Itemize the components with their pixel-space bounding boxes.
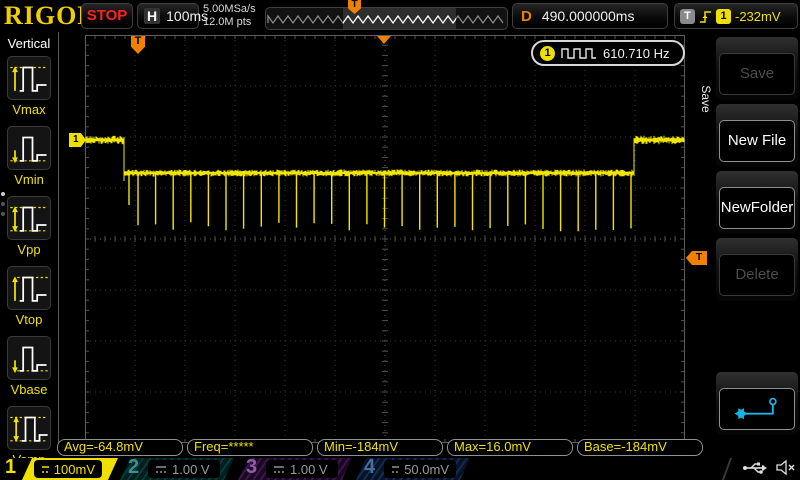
channel1-status[interactable]: 100mV [22, 458, 118, 480]
measurement-min[interactable]: Min=-184mV [317, 439, 443, 456]
channel3-status[interactable]: 3 1.00 V [238, 458, 352, 480]
sample-rate: 5.00MSa/s [203, 3, 256, 16]
vmin-icon [7, 126, 51, 170]
vpp-icon [7, 196, 51, 240]
menu-item-vpp[interactable]: Vpp [0, 196, 58, 262]
menu-item-vmin[interactable]: Vmin [0, 126, 58, 192]
trigger-label: T [680, 9, 695, 24]
channel-bar: 1 100mV 2 1.00 V 3 [0, 458, 800, 480]
menu-item-label: Vpp [0, 242, 58, 257]
channel3-scale: 1.00 V [290, 462, 328, 477]
trigger-source-chip: 1 [716, 9, 731, 24]
oscilloscope-screen: RIGOL STOP H 100ms 5.00MSa/s 12.0M pts T… [0, 0, 800, 480]
softkey-cell: New File [716, 104, 798, 167]
channel1-scale: 100mV [54, 462, 95, 477]
speaker-muted-icon [776, 459, 796, 476]
timebase-control[interactable]: H 100ms [137, 3, 199, 29]
menu-tab-save: Save [699, 69, 713, 129]
return-arrow-icon [729, 394, 785, 424]
softkey-cell: Save [716, 37, 798, 100]
delay-value: 490.000000ms [542, 8, 635, 24]
vtop-icon [7, 266, 51, 310]
softkey-cell: NewFolder [716, 171, 798, 234]
vbase-icon [7, 336, 51, 380]
waveform-preview-bar[interactable] [265, 7, 508, 30]
measurement-avg[interactable]: Avg=-64.8mV [57, 439, 183, 456]
channel1-number: 1 [5, 456, 16, 479]
left-menu-title: Vertical [0, 36, 58, 51]
vamp-icon [7, 406, 51, 450]
run-state-button[interactable]: STOP [81, 3, 133, 29]
dc-coupling-icon [391, 465, 399, 474]
square-wave-icon [561, 46, 597, 60]
delay-readout: D 490.000000ms [512, 3, 668, 29]
rising-edge-icon [699, 9, 712, 24]
channel4-number: 4 [364, 456, 375, 479]
dc-coupling-icon [41, 465, 49, 474]
channel4-scale: 50.0mV [404, 462, 449, 477]
right-menu: Save Save New File NewFolder Delete [700, 32, 800, 450]
status-icons [742, 459, 796, 476]
trigger-readout: T 1 -232mV [674, 3, 798, 29]
left-menu: Vertical Vmax Vmin [0, 32, 59, 450]
graticule-display [85, 35, 685, 443]
menu-item-vtop[interactable]: Vtop [0, 266, 58, 332]
menu-item-vbase[interactable]: Vbase [0, 336, 58, 402]
softkey-new-folder[interactable]: NewFolder [719, 187, 795, 229]
channel3-number: 3 [246, 456, 257, 479]
memory-depth: 12.0M pts [203, 16, 256, 29]
measurement-max[interactable]: Max=16.0mV [447, 439, 573, 456]
dc-coupling-icon [155, 465, 167, 474]
trigger-level-value: -232mV [735, 9, 781, 24]
menu-item-vmax[interactable]: Vmax [0, 56, 58, 122]
dc-coupling-icon [273, 465, 285, 474]
channel2-number: 2 [128, 456, 139, 479]
softkey-new-file[interactable]: New File [719, 120, 795, 162]
acquisition-info: 5.00MSa/s 12.0M pts [203, 3, 256, 29]
menu-item-label: Vmax [0, 102, 58, 117]
softkey-delete[interactable]: Delete [719, 254, 795, 296]
channel2-scale: 1.00 V [172, 462, 210, 477]
frequency-counter-value: 610.710 Hz [603, 46, 670, 61]
waveform-pulses [129, 173, 631, 231]
softkey-back[interactable] [719, 388, 795, 430]
frequency-counter: 1 610.710 Hz [531, 40, 685, 66]
softkey-cell [716, 372, 798, 435]
timebase-value: 100ms [166, 8, 208, 24]
menu-item-label: Vtop [0, 312, 58, 327]
channel1-position-marker[interactable]: 1 [69, 133, 86, 147]
preview-waveform [266, 8, 507, 29]
menu-page-dots [1, 192, 5, 222]
softkey-save[interactable]: Save [719, 53, 795, 95]
delay-label: D [521, 8, 532, 25]
menu-item-label: Vbase [0, 382, 58, 397]
channel4-status[interactable]: 4 50.0mV [356, 458, 470, 480]
vmax-icon [7, 56, 51, 100]
measurement-base[interactable]: Base=-184mV [577, 439, 703, 456]
timebase-label: H [144, 8, 160, 24]
top-bar: RIGOL STOP H 100ms 5.00MSa/s 12.0M pts T… [0, 0, 800, 32]
channel2-status[interactable]: 2 1.00 V [120, 458, 234, 480]
measurement-freq[interactable]: Freq=***** [187, 439, 313, 456]
menu-item-label: Vmin [0, 172, 58, 187]
softkey-cell: Delete [716, 238, 798, 301]
frequency-counter-channel: 1 [540, 46, 555, 61]
usb-icon [742, 460, 768, 476]
